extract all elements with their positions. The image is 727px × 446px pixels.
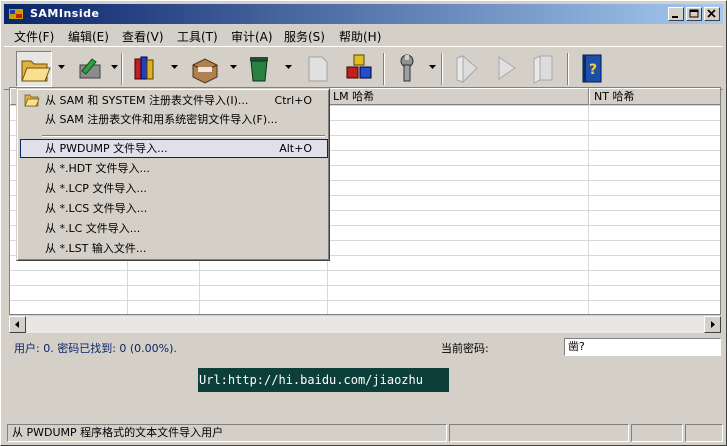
maximize-icon	[689, 9, 699, 18]
menu-item-import-pwdump[interactable]: 从 PWDUMP 文件导入... Alt+O	[20, 139, 328, 158]
arrow-right-icon	[711, 321, 715, 328]
menu-item-import-lcp[interactable]: 从 *.LCP 文件导入...	[20, 179, 328, 198]
import-dropdown-arrow-icon[interactable]	[58, 65, 66, 71]
column-header-nt-hash[interactable]: NT 哈希	[589, 88, 720, 105]
current-password-field[interactable]: 凿?	[564, 338, 721, 356]
help-button[interactable]: ?	[575, 51, 611, 87]
import-button[interactable]	[16, 51, 52, 87]
help-book-icon: ?	[582, 54, 602, 83]
attack-button[interactable]	[187, 51, 223, 87]
menu-item-label: 从 *.LC 文件导入...	[45, 222, 141, 235]
export-dropdown-arrow-icon[interactable]	[111, 65, 119, 71]
status-panel	[631, 424, 683, 442]
stop-disabled-icon	[533, 55, 553, 84]
close-icon	[707, 9, 716, 18]
minimize-icon	[672, 16, 678, 18]
menu-item-import-lst[interactable]: 从 *.LST 输入文件...	[20, 239, 328, 258]
document-disabled-icon	[308, 56, 328, 82]
wrench-icon	[400, 54, 414, 82]
arrow-left-icon	[15, 321, 19, 328]
status-panel	[685, 424, 723, 442]
grid-line	[588, 105, 589, 314]
folder-open-icon	[21, 60, 51, 82]
menu-bar: 文件(F) 编辑(E) 查看(V) 工具(T) 审计(A) 服务(S) 帮助(H…	[4, 25, 723, 45]
title-bar[interactable]: SAMInside	[4, 4, 723, 24]
url-banner: Url:http://hi.baidu.com/jiaozhu	[198, 368, 449, 392]
menu-help[interactable]: 帮助(H)	[339, 28, 381, 45]
column-header-lm-hash[interactable]: LM 哈希	[328, 88, 589, 105]
minimize-button[interactable]	[668, 7, 684, 21]
attack-dropdown-arrow-icon[interactable]	[230, 65, 238, 71]
main-window: SAMInside 文件(F) 编辑(E) 查看(V) 工具(T) 审计(A) …	[0, 0, 727, 446]
users-dropdown-arrow-icon[interactable]	[171, 65, 179, 71]
report-button[interactable]	[300, 51, 336, 87]
forward-disabled-icon	[498, 56, 516, 80]
toolbar: ?	[4, 46, 723, 90]
menu-item-import-lc[interactable]: 从 *.LC 文件导入...	[20, 219, 328, 238]
window-title: SAMInside	[30, 7, 100, 20]
menu-item-import-hdt[interactable]: 从 *.HDT 文件导入...	[20, 159, 328, 178]
status-bar: 从 PWDUMP 程序格式的文本文件导入用户	[4, 424, 723, 443]
export-arrow-icon	[79, 58, 101, 79]
menu-item-import-sam-syskey[interactable]: 从 SAM 注册表文件和用系统密钥文件导入(F)...	[20, 110, 328, 129]
stop-button[interactable]	[526, 51, 562, 87]
books-icon	[134, 56, 154, 80]
toolbar-separator	[383, 53, 385, 85]
current-password-label: 当前密码:	[441, 342, 489, 355]
start-button[interactable]	[449, 51, 485, 87]
menu-separator	[42, 135, 325, 137]
export-button[interactable]	[72, 51, 108, 87]
play-disabled-icon	[456, 54, 478, 84]
delete-button[interactable]	[242, 51, 278, 87]
menu-item-label: 从 *.LCP 文件导入...	[45, 182, 147, 195]
scroll-left-button[interactable]	[9, 316, 26, 333]
menu-item-label: 从 SAM 和 SYSTEM 注册表文件导入(I)...	[45, 94, 249, 107]
menu-audit[interactable]: 审计(A)	[231, 28, 273, 45]
horizontal-scrollbar[interactable]	[9, 316, 721, 333]
settings-dropdown-arrow-icon[interactable]	[429, 65, 437, 71]
pause-button[interactable]	[490, 51, 526, 87]
maximize-button[interactable]	[686, 7, 702, 21]
delete-dropdown-arrow-icon[interactable]	[285, 65, 293, 71]
svg-text:?: ?	[589, 62, 597, 78]
folder-open-icon	[24, 94, 40, 107]
status-message: 从 PWDUMP 程序格式的文本文件导入用户	[7, 424, 447, 442]
boxes-icon	[192, 58, 218, 84]
toolbar-separator	[121, 53, 123, 85]
menu-item-import-sam-system[interactable]: 从 SAM 和 SYSTEM 注册表文件导入(I)... Ctrl+O	[20, 91, 328, 110]
menu-tools[interactable]: 工具(T)	[177, 28, 218, 45]
scroll-right-button[interactable]	[704, 316, 721, 333]
toolbar-separator	[567, 53, 569, 85]
status-panel	[449, 424, 629, 442]
menu-file[interactable]: 文件(F)	[14, 28, 54, 45]
settings-button[interactable]	[390, 51, 426, 87]
cubes-button[interactable]	[342, 51, 378, 87]
menu-edit[interactable]: 编辑(E)	[68, 28, 109, 45]
menu-service[interactable]: 服务(S)	[284, 28, 325, 45]
menu-item-label: 从 *.LST 输入文件...	[45, 242, 147, 255]
colored-cubes-icon	[346, 54, 372, 79]
close-button[interactable]	[704, 7, 720, 21]
users-found-summary: 用户: 0. 密码已找到: 0 (0.00%).	[14, 342, 177, 355]
menu-item-label: 从 *.LCS 文件导入...	[45, 202, 148, 215]
menu-item-label: 从 *.HDT 文件导入...	[45, 162, 150, 175]
menu-item-import-lcs[interactable]: 从 *.LCS 文件导入...	[20, 199, 328, 218]
menu-view[interactable]: 查看(V)	[122, 28, 164, 45]
trash-bin-icon	[250, 57, 268, 82]
app-icon	[9, 9, 23, 19]
menu-item-shortcut: Alt+O	[279, 142, 312, 155]
menu-item-shortcut: Ctrl+O	[274, 94, 312, 107]
menu-item-label: 从 SAM 注册表文件和用系统密钥文件导入(F)...	[45, 113, 278, 126]
toolbar-separator	[441, 53, 443, 85]
users-button[interactable]	[128, 51, 164, 87]
menu-item-label: 从 PWDUMP 文件导入...	[45, 142, 168, 155]
import-dropdown-menu: 从 SAM 和 SYSTEM 注册表文件导入(I)... Ctrl+O 从 SA…	[16, 88, 330, 261]
